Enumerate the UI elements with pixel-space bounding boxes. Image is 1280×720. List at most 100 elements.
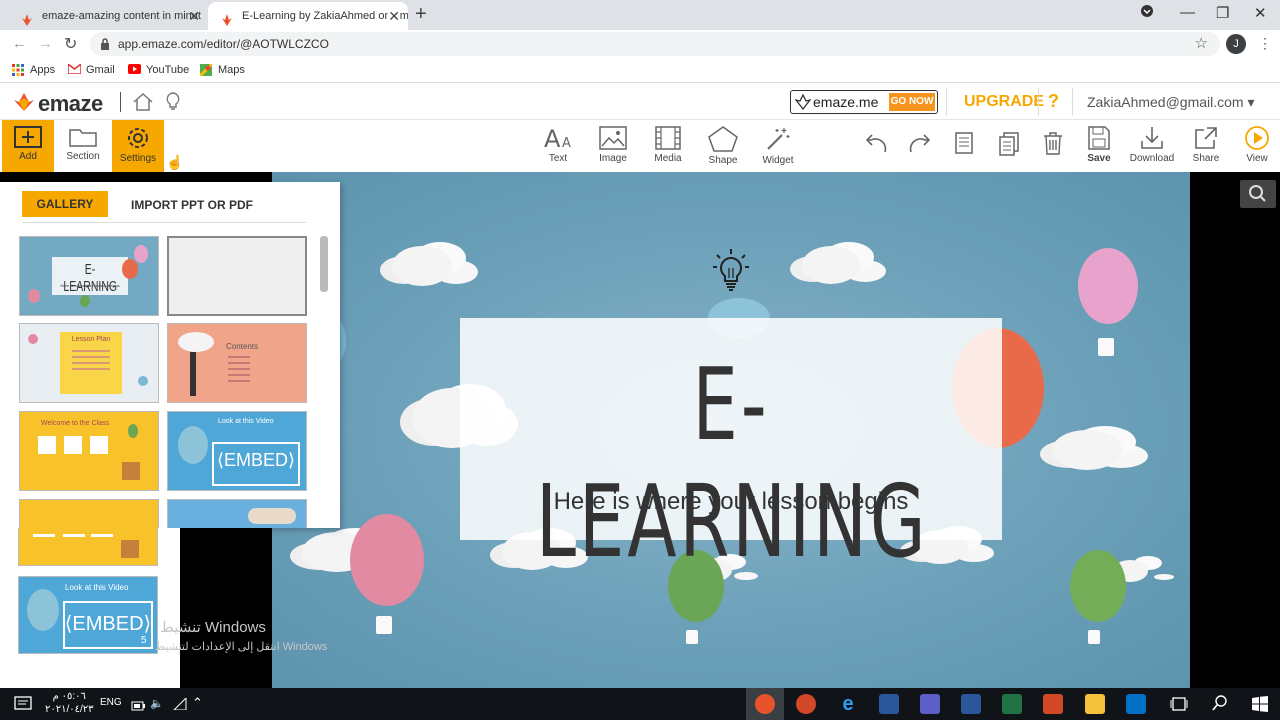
wifi-icon[interactable] [172, 696, 187, 715]
lightbulb-icon[interactable] [166, 92, 180, 117]
widget-button[interactable]: Widget [752, 120, 804, 172]
media-button[interactable]: Media [642, 120, 694, 172]
shape-button[interactable]: Shape [697, 120, 749, 172]
file-explorer-icon[interactable] [1085, 694, 1105, 714]
maximize-icon[interactable]: ❐ [1216, 4, 1229, 22]
bookmark-apps[interactable]: Apps [12, 64, 55, 76]
template-thumb[interactable] [19, 499, 159, 528]
upgrade-button[interactable]: UPGRADE [964, 93, 1044, 111]
excel-icon[interactable] [1002, 694, 1022, 714]
close-tab-icon[interactable]: ✕ [388, 2, 400, 30]
word-icon[interactable] [879, 694, 899, 714]
volume-icon[interactable]: 🔈 [150, 697, 164, 710]
duplicate-icon [999, 132, 1019, 156]
account-menu[interactable]: ZakiaAhmed@gmail.com ▾ [1087, 94, 1255, 111]
browser-tab-emaze[interactable]: emaze-amazing content in minut ✕ [8, 2, 208, 30]
browser-tab-elearning[interactable]: E-Learning by ZakiaAhmed on em ✕ [208, 2, 408, 30]
bookmark-star-icon[interactable]: ☆ [1195, 34, 1208, 52]
powerpoint-icon[interactable] [796, 694, 816, 714]
thumb-title: E-LEARNING [63, 261, 118, 295]
activation-watermark-title: تنشيط Windows [160, 619, 266, 636]
profile-avatar[interactable]: J [1226, 34, 1246, 54]
slide-title[interactable]: E-LEARNING [536, 346, 926, 580]
slide-number: 5 [141, 635, 147, 646]
teams-icon[interactable] [920, 694, 940, 714]
template-thumb[interactable] [167, 236, 307, 316]
url-text[interactable]: app.emaze.com/editor/@AOTWLCZCO [118, 37, 329, 51]
home-icon[interactable] [132, 92, 154, 117]
reload-icon[interactable]: ↻ [64, 34, 77, 54]
activation-watermark-text: انتقل إلى الإعدادات لتنشيط Windows [155, 641, 328, 653]
section-button[interactable]: Section [57, 120, 109, 172]
outlook-icon[interactable] [1126, 694, 1146, 714]
share-button[interactable]: Share [1180, 120, 1232, 172]
emaze-logo[interactable]: emaze [38, 91, 103, 117]
text-button[interactable]: AA Text [532, 120, 584, 172]
emaze-me-banner[interactable]: emaze.me GO NOW [790, 90, 938, 114]
template-thumb[interactable] [167, 499, 307, 528]
action-center-icon[interactable] [14, 696, 32, 717]
word-icon[interactable] [961, 694, 981, 714]
go-now-button[interactable]: GO NOW [889, 93, 935, 111]
view-button[interactable]: View [1231, 120, 1280, 172]
settings-button[interactable]: Settings [112, 120, 164, 172]
tab-import-ppt[interactable]: IMPORT PPT OR PDF [131, 198, 253, 212]
template-thumb[interactable]: Lesson Plan [19, 323, 159, 403]
divider [22, 222, 306, 223]
slide-title-box[interactable]: E-LEARNING Here is where your lesson beg… [460, 318, 1002, 580]
balloon-basket [686, 630, 698, 644]
kebab-menu-icon[interactable]: ⋮ [1258, 35, 1272, 52]
green-balloon [1070, 550, 1126, 622]
minimize-icon[interactable]: — [1180, 4, 1195, 21]
thumb-title: Lesson Plan [71, 336, 111, 343]
powerpoint-icon[interactable] [1043, 694, 1063, 714]
slide-thumb[interactable] [18, 528, 158, 566]
bookmark-youtube[interactable]: YouTube [128, 64, 189, 76]
delete-button[interactable] [1027, 120, 1079, 172]
task-view-icon[interactable] [1170, 695, 1188, 718]
new-tab-icon[interactable]: + [415, 3, 427, 26]
gallery-scrollbar[interactable] [320, 236, 328, 292]
svg-text:A: A [562, 136, 571, 150]
template-thumb[interactable]: Look at this Video ⟨EMBED⟩ [167, 411, 307, 491]
slide-subtitle[interactable]: Here is where your lesson begins [460, 488, 1002, 516]
bookmark-maps[interactable]: Maps [198, 62, 245, 78]
forward-icon[interactable]: → [38, 35, 53, 52]
edge-icon[interactable]: e [838, 694, 858, 714]
download-button[interactable]: Download [1126, 120, 1178, 172]
chrome-emaze-icon[interactable] [755, 694, 775, 714]
close-tab-icon[interactable]: ✕ [188, 2, 200, 30]
film-icon [655, 126, 681, 150]
omnibox[interactable]: app.emaze.com/editor/@AOTWLCZCO ☆ [90, 32, 1220, 56]
add-button[interactable]: Add [2, 120, 54, 172]
gear-icon [128, 128, 148, 148]
slide-canvas[interactable]: E-LEARNING Here is where your lesson beg… [272, 172, 1190, 688]
close-window-icon[interactable]: ✕ [1254, 4, 1267, 22]
windows-taskbar: ٠٥:٠٦ م ٢٠٢١/٠٤/٢٣ ENG 🔈 ⌃ e [0, 688, 1280, 720]
template-thumb[interactable]: Contents [167, 323, 307, 403]
magnifier-icon [1249, 185, 1266, 202]
template-thumb[interactable]: Welcome to the Class [19, 411, 159, 491]
battery-icon[interactable] [131, 698, 145, 716]
back-icon[interactable]: ← [12, 35, 27, 52]
emaze-header: emaze emaze.me GO NOW UPGRADE ? ZakiaAhm… [0, 84, 1280, 120]
save-icon [1088, 126, 1110, 150]
zoom-button[interactable] [1240, 180, 1276, 208]
divider [946, 88, 947, 116]
tab-gallery[interactable]: GALLERY [22, 191, 108, 217]
chevron-up-icon[interactable]: ⌃ [192, 695, 203, 711]
editor-toolbar: Add Section Settings ☝ AA Text Image Med… [0, 120, 1280, 172]
image-button[interactable]: Image [587, 120, 639, 172]
template-thumb[interactable]: E-LEARNING Here is where your lesson beg… [19, 236, 159, 316]
slide-thumb[interactable]: Look at this Video ⟨EMBED⟩ 5 [18, 576, 158, 654]
language-indicator[interactable]: ENG [100, 697, 122, 708]
bookmark-gmail[interactable]: Gmail [67, 62, 115, 76]
lightbulb-icon[interactable] [712, 248, 750, 299]
profile-menu-icon[interactable] [1140, 4, 1154, 22]
system-clock[interactable]: ٠٥:٠٦ م ٢٠٢١/٠٤/٢٣ [45, 690, 94, 716]
text-icon: AA [544, 126, 571, 150]
windows-start-icon[interactable] [1252, 696, 1268, 717]
save-button[interactable]: Save [1073, 120, 1125, 172]
help-button[interactable]: ? [1048, 91, 1059, 112]
search-icon[interactable] [1212, 695, 1228, 716]
